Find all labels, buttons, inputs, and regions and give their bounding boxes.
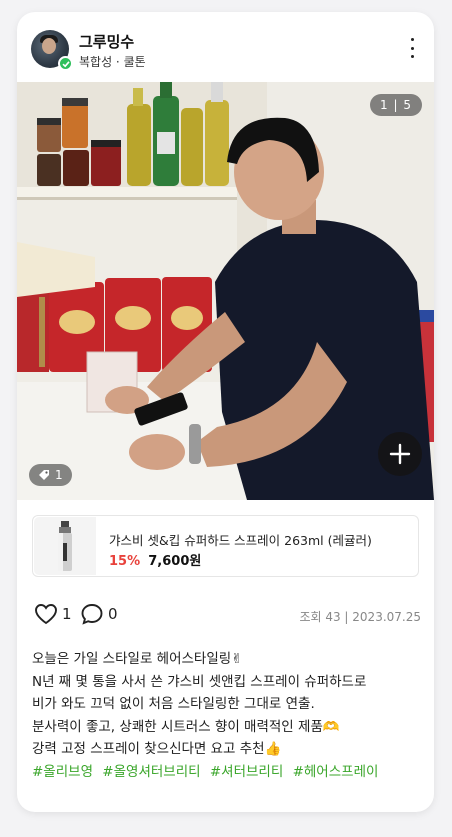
username[interactable]: 그루밍수 — [79, 31, 134, 52]
comment-icon — [81, 604, 103, 625]
hashtag[interactable]: #올영셔터브리티 — [102, 764, 200, 780]
hashtag[interactable]: #올리브영 — [32, 764, 93, 780]
hashtag[interactable]: #헤어스프레이 — [293, 764, 379, 780]
tag-icon — [39, 470, 49, 480]
like-count: 1 — [62, 605, 72, 623]
avatar[interactable] — [31, 30, 73, 71]
plus-icon[interactable] — [378, 432, 422, 476]
post-line: N년 째 몇 통을 사서 쓴 갸스비 셋앤킵 스프레이 슈퍼하드로 — [32, 673, 367, 690]
discount-rate: 15% — [109, 554, 141, 569]
product-thumbnail — [34, 517, 96, 575]
like-button[interactable]: 1 — [34, 603, 72, 625]
heart-icon — [35, 604, 57, 625]
more-vertical-icon[interactable] — [404, 38, 420, 58]
comment-count: 0 — [108, 605, 118, 623]
tag-count-badge[interactable]: 1 — [29, 464, 72, 486]
post-photo[interactable]: 1 | 5 1 — [17, 82, 434, 500]
comment-button[interactable]: 0 — [80, 603, 118, 625]
verified-check-icon — [58, 56, 73, 71]
hashtag[interactable]: #셔터브리티 — [210, 764, 283, 780]
photo-illustration — [17, 82, 434, 500]
skin-type: 복합성 · 쿨톤 — [79, 55, 146, 69]
post-card: 그루밍수 복합성 · 쿨톤 1 | 5 1 갸스비 셋&킵 슈퍼하드 스프레이 … — [17, 12, 434, 812]
post-body: 오늘은 가일 스타일로 헤어스타일링✌ N년 째 몇 통을 사서 쓴 갸스비 셋… — [32, 648, 427, 783]
post-header: 그루밍수 복합성 · 쿨톤 — [17, 12, 434, 82]
post-line: 강력 고정 스프레이 찾으신다면 요고 추천👍 — [32, 741, 282, 757]
view-count-date: 조회 43 | 2023.07.25 — [299, 610, 421, 624]
hashtag-list: #올리브영 #올영셔터브리티 #셔터브리티 #헤어스프레이 — [32, 761, 427, 784]
tag-count: 1 — [55, 468, 63, 482]
price-amount: 7,600원 — [148, 554, 202, 569]
post-line: 비가 와도 끄덕 없이 처음 스타일링한 그대로 연출. — [32, 696, 315, 712]
product-price: 15% 7,600원 — [109, 550, 201, 569]
product-card[interactable]: 갸스비 셋&킵 슈퍼하드 스프레이 263ml (레귤러) 15% 7,600원 — [32, 515, 419, 577]
post-line: 분사력이 좋고, 상쾌한 시트러스 향이 매력적인 제품🫶 — [32, 718, 340, 735]
product-name: 갸스비 셋&킵 슈퍼하드 스프레이 263ml (레귤러) — [109, 533, 372, 548]
image-counter: 1 | 5 — [370, 94, 422, 116]
post-line: 오늘은 가일 스타일로 헤어스타일링✌ — [32, 651, 243, 667]
spray-bottle-icon — [58, 521, 72, 571]
